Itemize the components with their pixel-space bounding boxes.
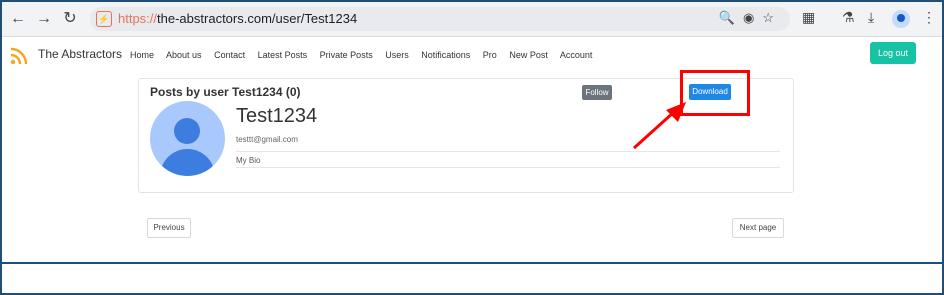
posts-title: Posts by user Test1234 (0) <box>150 85 301 99</box>
menu-about-us[interactable]: About us <box>166 50 202 60</box>
menu-contact[interactable]: Contact <box>214 50 245 60</box>
url-scheme: https:// <box>118 11 158 26</box>
menu-new-post[interactable]: New Post <box>509 50 548 60</box>
next-page-button[interactable]: Next page <box>732 218 784 238</box>
bookmark-star-icon[interactable]: ☆ <box>762 10 782 25</box>
menu-users[interactable]: Users <box>385 50 409 60</box>
logout-button[interactable]: Log out <box>870 42 916 64</box>
browser-toolbar: ← → ↻ ⚡ https://the-abstractors.com/user… <box>2 2 942 37</box>
avatar-head <box>174 118 200 144</box>
user-avatar <box>150 101 225 176</box>
divider <box>236 167 780 168</box>
menu-home[interactable]: Home <box>130 50 154 60</box>
menu-pro[interactable]: Pro <box>483 50 497 60</box>
url-path: the-abstractors.com/user/Test1234 <box>157 11 358 26</box>
avatar-body <box>160 149 215 176</box>
downloads-icon[interactable]: ⤓ <box>868 9 874 26</box>
labs-flask-icon[interactable]: ⚗ <box>842 9 855 26</box>
main-menu: Home About us Contact Latest Posts Priva… <box>130 50 602 60</box>
follow-button[interactable]: Follow <box>582 85 612 100</box>
zoom-icon[interactable]: 🔍 <box>719 10 743 25</box>
annotation-arrow <box>632 102 686 150</box>
menu-latest-posts[interactable]: Latest Posts <box>258 50 308 60</box>
address-actions: 🔍◉☆ <box>719 10 782 26</box>
address-bar[interactable]: ⚡ https://the-abstractors.com/user/Test1… <box>90 7 790 31</box>
profile-avatar-icon[interactable] <box>892 10 910 28</box>
menu-kebab-icon[interactable]: ⋮ <box>922 9 936 26</box>
tracking-protection-icon[interactable]: ◉ <box>743 10 762 25</box>
back-icon[interactable]: ← <box>8 9 28 29</box>
rss-logo-icon <box>10 47 28 65</box>
reload-icon[interactable]: ↻ <box>60 9 80 29</box>
menu-private-posts[interactable]: Private Posts <box>320 50 373 60</box>
url-text[interactable]: https://the-abstractors.com/user/Test123… <box>118 11 357 26</box>
menu-account[interactable]: Account <box>560 50 593 60</box>
previous-page-button[interactable]: Previous <box>147 218 191 238</box>
extensions-icon[interactable]: ▦ <box>802 9 815 26</box>
divider <box>236 151 780 152</box>
forward-icon[interactable]: → <box>34 9 54 29</box>
profile-bio: My Bio <box>236 156 261 165</box>
menu-notifications[interactable]: Notifications <box>421 50 470 60</box>
profile-username: Test1234 <box>236 105 318 127</box>
site-navbar: The Abstractors Home About us Contact La… <box>2 37 942 73</box>
highlight-box <box>680 70 750 116</box>
section-divider <box>2 262 942 264</box>
profile-email: testtt@gmail.com <box>236 135 298 144</box>
site-brand[interactable]: The Abstractors <box>38 47 122 61</box>
site-info-icon[interactable]: ⚡ <box>96 11 112 27</box>
